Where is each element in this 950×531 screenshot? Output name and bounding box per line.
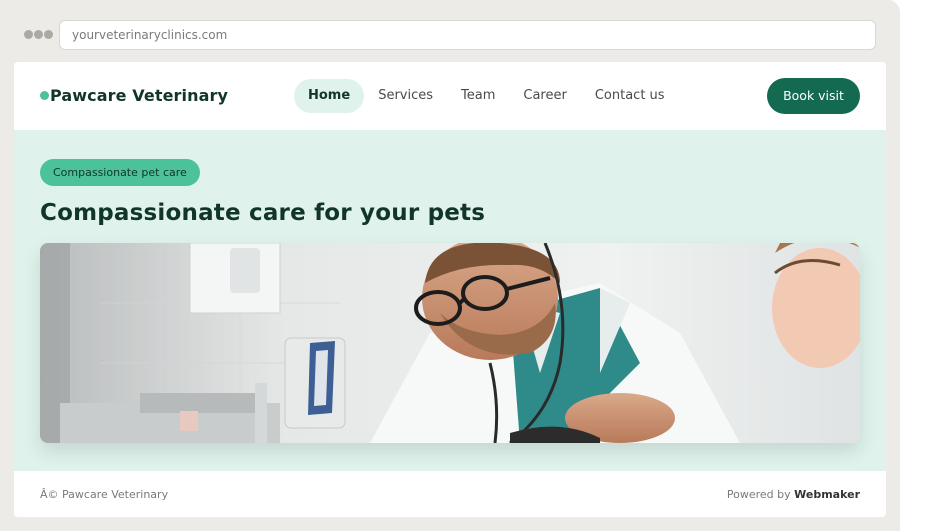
nav-item-team[interactable]: Team — [447, 79, 509, 113]
main-nav: Home Services Team Career Contact us — [294, 79, 679, 113]
powered-by-prefix: Powered by — [726, 488, 791, 501]
close-window-dot[interactable] — [24, 30, 33, 39]
powered-by-brand: Webmaker — [794, 488, 860, 501]
hero-title: Compassionate care for your pets — [40, 200, 486, 226]
nav-item-career[interactable]: Career — [509, 79, 580, 113]
hero-image — [40, 243, 860, 443]
hero-badge: Compassionate pet care — [40, 159, 200, 186]
nav-item-services[interactable]: Services — [364, 79, 447, 113]
powered-by[interactable]: Powered by Webmaker — [727, 488, 860, 501]
site-footer: Â© Pawcare Veterinary Powered by Webmake… — [14, 471, 886, 517]
maximize-window-dot[interactable] — [44, 30, 53, 39]
minimize-window-dot[interactable] — [34, 30, 43, 39]
site-header: Pawcare Veterinary Home Services Team Ca… — [14, 62, 886, 130]
web-page: Pawcare Veterinary Home Services Team Ca… — [14, 62, 886, 517]
brand-name: Pawcare Veterinary — [50, 86, 229, 105]
brand-dot-icon — [40, 91, 49, 100]
address-bar-url: yourveterinaryclinics.com — [72, 28, 228, 42]
book-visit-button[interactable]: Book visit — [767, 78, 860, 114]
nav-item-contact[interactable]: Contact us — [581, 79, 679, 113]
hero-section: Compassionate pet care Compassionate car… — [14, 130, 886, 471]
nav-item-home[interactable]: Home — [294, 79, 365, 113]
brand-logo[interactable]: Pawcare Veterinary — [40, 86, 228, 105]
window-controls — [24, 30, 53, 39]
address-bar[interactable]: yourveterinaryclinics.com — [59, 20, 876, 50]
browser-window: yourveterinaryclinics.com Pawcare Veteri… — [0, 0, 900, 531]
footer-copyright: Â© Pawcare Veterinary — [40, 488, 169, 501]
vet-examining-pet-image — [40, 243, 860, 443]
